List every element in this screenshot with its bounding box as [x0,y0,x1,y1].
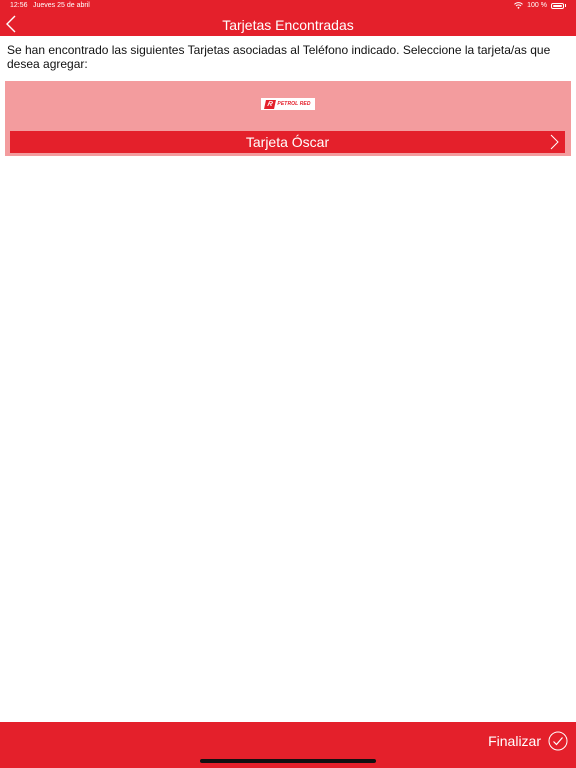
check-circle-icon [548,731,568,751]
app-screen: 12:56 Jueves 25 de abril 100 % Tarjetas … [0,0,576,768]
finalize-label: Finalizar [488,733,541,749]
petrol-red-logo: R PETROL RED [261,98,315,110]
status-date: Jueves 25 de abril [33,2,90,9]
home-indicator [200,759,376,763]
finalize-button[interactable]: Finalizar [488,730,568,752]
logo-mark: R [264,99,277,109]
status-bar: 12:56 Jueves 25 de abril 100 % [0,0,576,12]
status-right: 100 % [514,2,566,9]
navigation-bar: 12:56 Jueves 25 de abril 100 % Tarjetas … [0,0,576,36]
chevron-right-icon [550,134,559,150]
wifi-icon [514,2,524,9]
card-label: Tarjeta Óscar [245,134,330,150]
battery-tip [565,4,566,7]
card-item: R PETROL RED Tarjeta Óscar [5,81,571,156]
status-time: 12:56 [10,2,28,9]
battery-icon [551,2,564,9]
page-title: Tarjetas Encontradas [222,17,354,33]
logo-text: PETROL RED [277,101,311,107]
battery-percent: 100 % [527,2,547,9]
card-select-button[interactable]: Tarjeta Óscar [10,131,565,153]
instructions-text: Se han encontrado las siguientes Tarjeta… [7,43,551,71]
